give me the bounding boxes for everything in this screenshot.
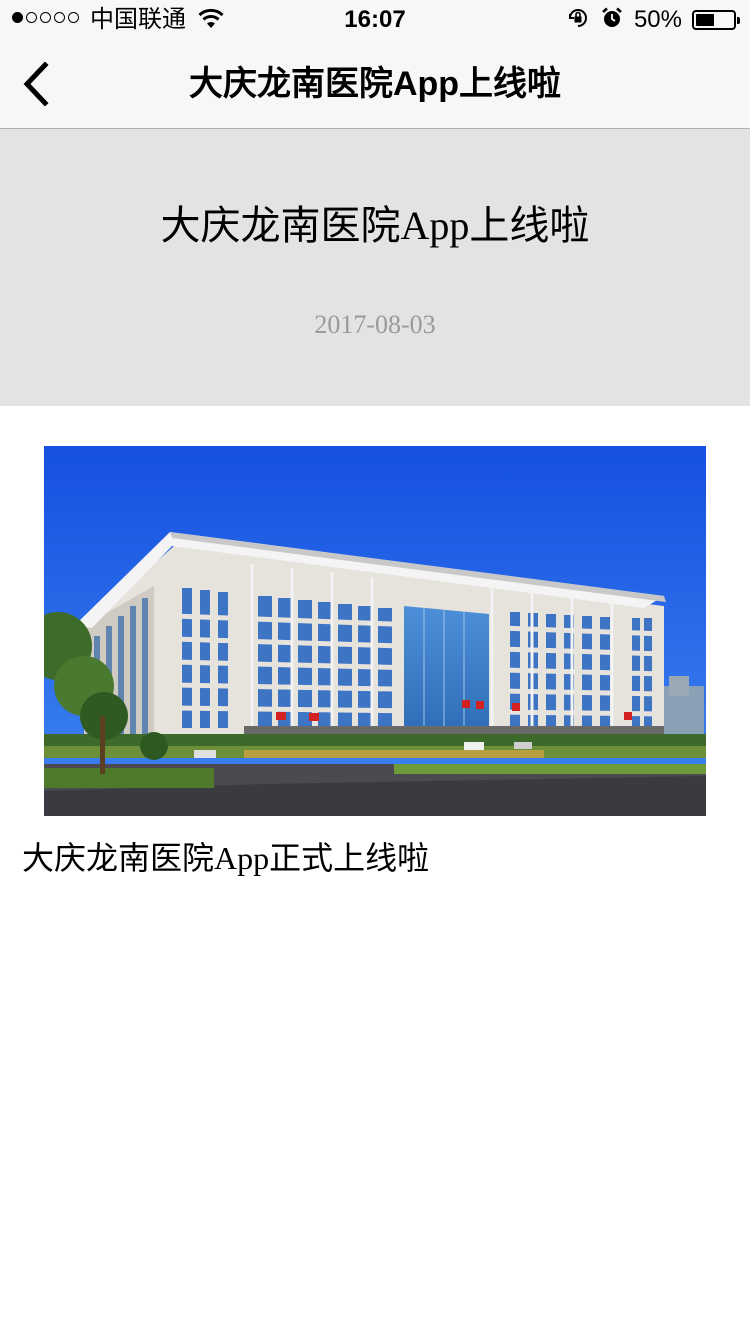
status-right-group: 50% [566,6,740,35]
navigation-bar: 大庆龙南医院App上线啦 [0,40,750,129]
battery-percent: 50% [633,6,682,33]
battery-level-fill [696,14,714,26]
hospital-photo [44,446,706,816]
article-header: 大庆龙南医院App上线啦 2017-08-03 [0,129,750,406]
article-date: 2017-08-03 [314,310,436,339]
article-title: 大庆龙南医院App上线啦 [160,203,590,248]
battery-icon [692,10,740,30]
orientation-lock-icon [566,6,590,35]
nav-title: 大庆龙南医院App上线啦 [188,65,562,103]
article-body: 大庆龙南医院App正式上线啦 [22,840,430,876]
status-bar: 中国联通 16:07 50% [0,0,750,40]
alarm-icon [600,6,624,35]
